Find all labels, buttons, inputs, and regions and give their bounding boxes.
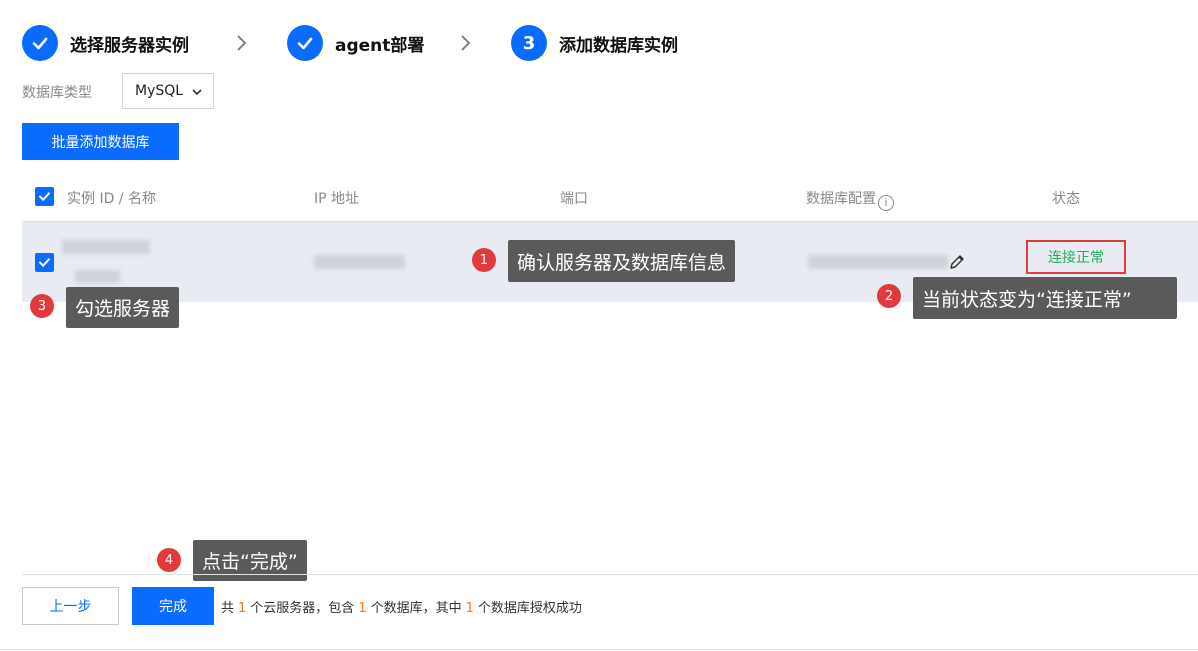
check-icon <box>22 25 58 61</box>
status-badge: 连接正常 <box>1026 240 1126 274</box>
chevron-right-icon <box>237 35 247 51</box>
callout-4-badge: 4 <box>157 548 181 572</box>
step-1: 选择服务器实例 <box>22 25 189 61</box>
step-indicator: 选择服务器实例 agent部署 3 添加数据库实例 <box>22 25 722 61</box>
callout-1-badge: 1 <box>472 248 496 272</box>
db-type-select[interactable]: MySQL <box>122 73 214 109</box>
db-type-value: MySQL <box>135 83 184 99</box>
summary-part: 共 <box>221 601 235 616</box>
database-count: 1 <box>358 601 367 616</box>
bottom-divider <box>0 649 1198 650</box>
column-header-instance: 实例 ID / 名称 <box>67 191 156 207</box>
info-icon[interactable]: i <box>878 195 894 211</box>
authorized-count: 1 <box>465 601 474 616</box>
check-icon <box>39 192 50 202</box>
ip-redacted <box>314 255 405 269</box>
callout-1-tooltip: 确认服务器及数据库信息 <box>508 240 736 282</box>
step-3-number: 3 <box>511 25 547 61</box>
server-count: 1 <box>238 601 247 616</box>
done-button[interactable]: 完成 <box>132 587 214 625</box>
footer-divider <box>22 574 1198 575</box>
check-icon <box>39 258 50 268</box>
edit-icon[interactable] <box>948 253 966 271</box>
callout-2-tooltip: 当前状态变为“连接正常” <box>913 277 1177 319</box>
step-3-label: 添加数据库实例 <box>559 35 678 56</box>
chevron-right-icon <box>461 35 471 51</box>
instance-id-redacted <box>62 240 150 254</box>
summary-text: 共 1 个云服务器，包含 1 个数据库，其中 1 个数据库授权成功 <box>221 597 582 616</box>
db-config-redacted <box>808 255 948 269</box>
column-header-ip: IP 地址 <box>314 191 360 207</box>
step-2: agent部署 <box>287 25 424 61</box>
callout-3-tooltip: 勾选服务器 <box>66 287 180 328</box>
batch-add-database-button[interactable]: 批量添加数据库 <box>22 123 179 160</box>
check-icon <box>287 25 323 61</box>
db-type-label: 数据库类型 <box>22 85 92 101</box>
summary-part: 个云服务器，包含 <box>250 601 355 616</box>
row-checkbox[interactable] <box>35 253 54 272</box>
instance-name-redacted <box>75 270 120 283</box>
chevron-down-icon <box>192 89 202 96</box>
step-2-label: agent部署 <box>335 35 425 56</box>
select-all-checkbox[interactable] <box>35 187 54 206</box>
summary-part: 个数据库授权成功 <box>477 601 582 616</box>
column-header-db-config: 数据库配置 i <box>806 188 894 211</box>
step-1-label: 选择服务器实例 <box>70 35 189 56</box>
previous-step-button[interactable]: 上一步 <box>22 587 119 625</box>
step-3: 3 添加数据库实例 <box>511 25 678 61</box>
callout-3-badge: 3 <box>30 294 54 318</box>
column-header-db-config-label: 数据库配置 <box>806 191 876 207</box>
column-header-status: 状态 <box>1052 191 1080 207</box>
summary-part: 个数据库，其中 <box>370 601 462 616</box>
column-header-port: 端口 <box>560 191 588 207</box>
callout-2-badge: 2 <box>877 284 901 308</box>
